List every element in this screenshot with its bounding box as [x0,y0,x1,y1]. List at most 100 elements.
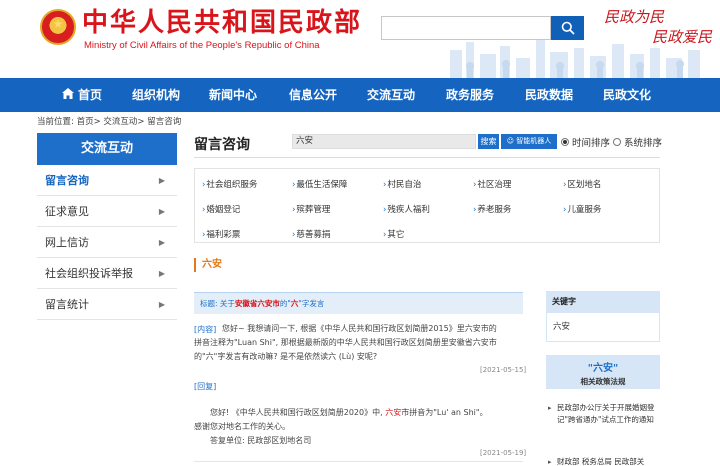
related-policy-link[interactable]: 民政部办公厅关于开展婚姻登记"跨省通办"试点工作的通知 [548,402,658,426]
category-label: 社会组织服务 [206,180,258,190]
category-link[interactable]: ›儿童服务 [563,203,601,215]
sidebar-item-label: 留言统计 [45,298,89,311]
nav-item-news[interactable]: 新闻中心 [203,78,263,112]
category-link[interactable]: ›养老服务 [473,203,511,215]
sort-by-system-radio[interactable]: 系统排序 [613,135,662,149]
category-label: 慈善募捐 [296,230,331,240]
sort-by-time-label: 时间排序 [572,138,611,149]
slogan-line-1: 民政为民 [604,8,665,26]
sidebar-item-label: 征求意见 [45,205,89,218]
nav-item-interaction[interactable]: 交流互动 [361,78,421,112]
keyword-box-value: 六安 [546,312,660,342]
sidebar-item-consultation[interactable]: 留言咨询 ▶ [37,165,177,196]
nav-item-culture[interactable]: 民政文化 [597,78,657,112]
reply-tag: [回复] [194,382,217,391]
category-link[interactable]: ›社会组织服务 [202,178,257,190]
page: 中华人民共和国民政部 Ministry of Civil Affairs of … [0,0,720,466]
nav-item-services[interactable]: 政务服务 [440,78,500,112]
reply-text-line: 感谢您对地名工作的关心。 [194,422,290,431]
category-link[interactable]: ›慈善募捐 [292,228,330,240]
chevron-right-icon: ▶ [158,207,165,216]
chevron-right-icon: ▶ [158,269,165,278]
robot-button-label: 智能机器人 [516,137,552,145]
category-link[interactable]: ›婚姻登记 [202,203,240,215]
message-title-text: "字发言 [298,299,325,308]
site-title[interactable]: 中华人民共和国民政部 [82,8,362,38]
chevron-right-icon: ▶ [158,176,165,185]
message-title-highlight: 安徽省六安市 [234,299,280,308]
sidebar-heading: 交流互动 [37,133,177,165]
category-link[interactable]: ›社区治理 [473,178,511,190]
category-label: 养老服务 [477,205,512,215]
reply-text: 市拼音为"Lu' an Shi"。 [401,408,488,417]
sidebar-item-label: 网上信访 [45,236,89,249]
site-subtitle: Ministry of Civil Affairs of the People'… [84,40,320,51]
category-link[interactable]: ›残疾人福利 [383,203,430,215]
reply-highlight: 六安 [385,408,402,417]
chevron-right-icon: ▶ [158,300,165,309]
site-search-input[interactable] [381,16,551,40]
sidebar-item-solicit-opinions[interactable]: 征求意见 ▶ [37,196,177,227]
category-label: 社区治理 [477,180,512,190]
nav-item-info-disclosure[interactable]: 信息公开 [283,78,343,112]
message-title[interactable]: 标题: 关于安徽省六安市的"六"字发言 [194,292,523,314]
sidebar-item-statistics[interactable]: 留言统计 ▶ [37,289,177,320]
breadcrumb[interactable]: 当前位置: 首页> 交流互动> 留言咨询 [37,115,181,127]
divider [194,157,660,158]
sort-by-time-radio[interactable]: 时间排序 [561,135,610,149]
nav-item-data[interactable]: 民政数据 [519,78,579,112]
home-icon [61,88,74,99]
category-link[interactable]: ›区划地名 [563,178,601,190]
keyword-box-heading: 关键字 [546,291,660,312]
search-icon [561,21,575,35]
site-header: 中华人民共和国民政部 Ministry of Civil Affairs of … [0,0,720,78]
category-label: 其它 [387,230,405,240]
radio-unchecked-icon [613,138,621,146]
message-title-text: 标题: 关于 [200,299,235,308]
category-label: 最低生活保障 [296,180,348,190]
inquiry-text-line: 拼音注释为"Luan Shi", 那根据最新版的中华人民共和国行政区划简册里安徽… [194,338,497,347]
reply-text: 您好! 《中华人民共和国行政区划简册2020》中, [210,408,386,417]
inquiry-tag: [内容] [194,325,217,334]
keyword-heading: 六安 [194,258,222,272]
sidebar-item-label: 留言咨询 [45,174,89,187]
nav-item-organization[interactable]: 组织机构 [126,78,186,112]
chevron-right-icon: ▶ [158,238,165,247]
message-divider [194,461,523,462]
message-title-text: 的" [279,299,291,308]
national-emblem-logo[interactable] [40,9,76,45]
message-search-input[interactable]: 六安 [292,134,476,149]
robot-button[interactable]: ☺ 智能机器人 [501,134,557,149]
sort-by-system-label: 系统排序 [624,138,663,149]
inquiry-date: [2021-05-15] [480,366,527,374]
category-label: 殡葬管理 [296,205,331,215]
page-title: 留言咨询 [194,137,250,153]
main-nav: 首页 组织机构 新闻中心 信息公开 交流互动 政务服务 民政数据 民政文化 [0,78,720,112]
category-link[interactable]: ›殡葬管理 [292,203,330,215]
sidebar-item-label: 社会组织投诉举报 [45,267,133,280]
related-policy-link[interactable]: 财政部 税务总局 民政部关 [548,456,658,466]
category-link[interactable]: ›最低生活保障 [292,178,347,190]
inquiry-text-line: 您好~ 我想请问一下, 根据《中华人民共和国行政区划简册2015》里六安市的 [222,324,497,333]
message-search-button[interactable]: 搜索 [478,134,499,149]
sidebar-item-online-petition[interactable]: 网上信访 ▶ [37,227,177,258]
sidebar-item-complaint-report[interactable]: 社会组织投诉举报 ▶ [37,258,177,289]
category-label: 婚姻登记 [206,205,241,215]
reply-date: [2021-05-19] [480,449,527,457]
category-label: 残疾人福利 [387,205,430,215]
nav-item-label: 首页 [77,88,102,102]
related-policies-heading: "六安" 相关政策法规 [546,355,660,389]
reply-text-line: 您好! 《中华人民共和国行政区划简册2020》中, 六安市拼音为"Lu' an … [210,406,488,420]
category-label: 区划地名 [567,180,602,190]
site-search-button[interactable] [551,16,584,40]
reply-signature: 答复单位: 民政部区划地名司 [210,436,312,445]
nav-item-home[interactable]: 首页 [58,78,106,112]
category-link[interactable]: ›其它 [383,228,404,240]
robot-icon: ☺ [506,137,517,145]
category-label: 福利彩票 [206,230,241,240]
related-subtitle: 相关政策法规 [580,377,626,386]
category-link[interactable]: ›福利彩票 [202,228,240,240]
category-label: 儿童服务 [567,205,602,215]
category-label: 村民自治 [387,180,422,190]
category-link[interactable]: ›村民自治 [383,178,421,190]
